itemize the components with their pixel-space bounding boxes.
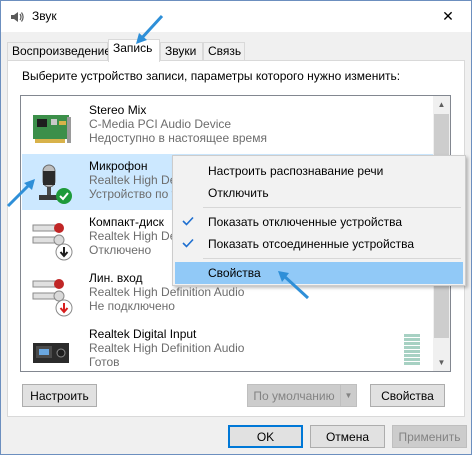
rca-jack-icon: [32, 279, 73, 317]
device-item-digital-input[interactable]: Realtek Digital Input Realtek High Defin…: [22, 322, 433, 371]
instruction-text: Выберите устройство записи, параметры ко…: [22, 69, 401, 83]
checkmark-icon: [182, 216, 194, 226]
title-bar: Звук ✕: [1, 1, 471, 32]
device-driver: Realtek High Definition Audio: [89, 285, 245, 299]
checkmark-icon: [182, 238, 194, 248]
configure-button[interactable]: Настроить: [22, 384, 97, 407]
device-name: Компакт-диск: [89, 215, 164, 229]
device-name: Realtek Digital Input: [89, 327, 197, 341]
speaker-icon: [11, 12, 24, 22]
scroll-down-icon[interactable]: ▼: [433, 354, 450, 371]
cancel-button[interactable]: Отмена: [310, 425, 385, 448]
menu-separator: [203, 207, 461, 208]
level-meter: [404, 334, 420, 366]
device-status: Недоступно в настоящее время: [89, 131, 267, 145]
window-title: Звук: [32, 9, 57, 23]
tab-recording[interactable]: Запись: [108, 39, 160, 62]
rca-jack-icon: [32, 223, 73, 261]
sound-card-icon: [33, 115, 71, 143]
chevron-down-icon[interactable]: ▼: [340, 385, 356, 406]
menu-item-disable[interactable]: Отключить: [175, 182, 463, 204]
device-item-stereo-mix[interactable]: Stereo Mix C-Media PCI Audio Device Недо…: [22, 98, 433, 154]
close-button[interactable]: ✕: [425, 1, 471, 32]
properties-button[interactable]: Свойства: [370, 384, 445, 407]
apply-button[interactable]: Применить: [392, 425, 467, 448]
device-driver: Realtek High Definition Audio: [89, 341, 245, 355]
tab-playback[interactable]: Воспроизведение: [7, 42, 111, 61]
device-driver: C-Media PCI Audio Device: [89, 117, 232, 131]
menu-item-configure-speech[interactable]: Настроить распознавание речи: [175, 160, 463, 182]
close-icon: ✕: [442, 8, 454, 24]
digital-input-icon: [33, 343, 69, 363]
device-status: Готов: [89, 355, 120, 369]
menu-item-properties[interactable]: Свойства: [175, 262, 463, 284]
context-menu: Настроить распознавание речи Отключить П…: [172, 155, 466, 286]
scroll-up-icon[interactable]: ▲: [433, 96, 450, 113]
default-check-icon: [56, 188, 72, 204]
menu-item-show-disconnected[interactable]: Показать отсоединенные устройства: [175, 233, 463, 255]
tab-communications[interactable]: Связь: [203, 42, 245, 61]
ok-button[interactable]: OK: [228, 425, 303, 448]
device-name: Микрофон: [89, 159, 148, 173]
device-name: Лин. вход: [89, 271, 143, 285]
menu-separator: [203, 258, 461, 259]
tab-sounds[interactable]: Звуки: [160, 42, 203, 61]
device-status: Не подключено: [89, 299, 175, 313]
set-default-button[interactable]: По умолчанию ▼: [247, 384, 357, 407]
device-name: Stereo Mix: [89, 103, 147, 117]
microphone-icon: [39, 164, 72, 204]
device-status: Отключено: [89, 243, 152, 257]
menu-item-show-disabled[interactable]: Показать отключенные устройства: [175, 211, 463, 233]
